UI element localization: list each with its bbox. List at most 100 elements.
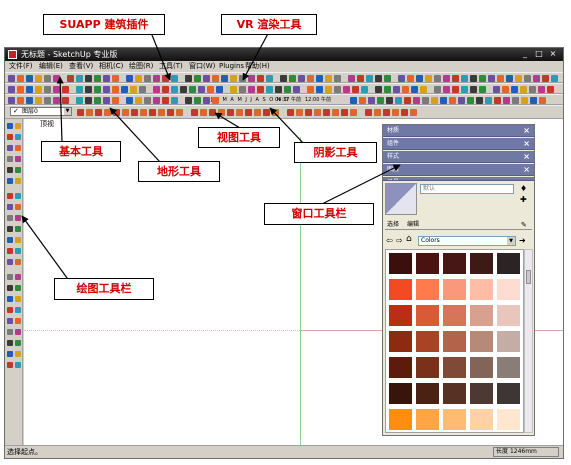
toolbar-tool-icon[interactable] — [212, 75, 219, 82]
toolbar-tool-icon[interactable] — [216, 86, 223, 93]
toolbar-tool-icon[interactable] — [112, 86, 119, 93]
toolbar-tool-icon[interactable] — [359, 97, 366, 104]
material-library-select[interactable]: Colors ▼ — [418, 236, 516, 246]
toolbar-tool-icon[interactable] — [53, 75, 60, 82]
toolbar-tool-icon[interactable] — [493, 86, 500, 93]
toolbar-tool-icon[interactable] — [334, 86, 341, 93]
toolbar-tool-icon[interactable] — [162, 75, 169, 82]
toolbar-tool-icon[interactable] — [511, 86, 518, 93]
toolbar-tool-icon[interactable] — [551, 75, 558, 82]
drawing-tool-icon[interactable] — [7, 167, 13, 173]
toolbar-tool-icon[interactable] — [8, 75, 15, 82]
toolbar-tool-icon[interactable] — [230, 75, 237, 82]
toolbar-tool-icon[interactable] — [365, 109, 372, 116]
menu-window[interactable]: 窗口(W) — [189, 61, 215, 72]
toolbar-tool-icon[interactable] — [35, 75, 42, 82]
drawing-tool-icon[interactable] — [7, 329, 13, 335]
drawing-tool-icon[interactable] — [15, 167, 21, 173]
toolbar-tool-icon[interactable] — [203, 97, 210, 104]
toolbar-tool-icon[interactable] — [144, 75, 151, 82]
toolbar-tool-icon[interactable] — [85, 97, 92, 104]
toolbar-tool-icon[interactable] — [8, 97, 15, 104]
toolbar-tool-icon[interactable] — [476, 97, 483, 104]
toolbar-tool-icon[interactable] — [17, 86, 24, 93]
toolbar-tool-icon[interactable] — [153, 86, 160, 93]
toolbar-tool-icon[interactable] — [280, 75, 287, 82]
layer-select[interactable]: ✓ 图层0 ▼ — [10, 107, 72, 116]
toolbar-tool-icon[interactable] — [263, 109, 270, 116]
menu-tools[interactable]: 工具(T) — [159, 61, 183, 72]
drawing-tool-icon[interactable] — [15, 204, 21, 210]
toolbar-tool-icon[interactable] — [515, 75, 522, 82]
toolbar-tool-icon[interactable] — [62, 97, 69, 104]
drawing-tool-icon[interactable] — [15, 318, 21, 324]
toolbar-tool-icon[interactable] — [103, 75, 110, 82]
toolbar-tool-icon[interactable] — [245, 109, 252, 116]
toolbar-tool-icon[interactable] — [425, 75, 432, 82]
toolbar-tool-icon[interactable] — [67, 75, 74, 82]
toolbar-tool-icon[interactable] — [194, 97, 201, 104]
toolbar-tool-icon[interactable] — [94, 75, 101, 82]
color-swatch[interactable] — [443, 305, 466, 326]
toolbar-tool-icon[interactable] — [512, 97, 519, 104]
drawing-tool-icon[interactable] — [15, 145, 21, 151]
toolbar-tool-icon[interactable] — [368, 97, 375, 104]
toolbar-tool-icon[interactable] — [126, 97, 133, 104]
toolbar-tool-icon[interactable] — [350, 109, 357, 116]
material-name-field[interactable]: 默认 — [420, 184, 514, 194]
color-swatch[interactable] — [416, 409, 439, 430]
toolbar-tool-icon[interactable] — [200, 109, 207, 116]
toolbar-tool-icon[interactable] — [76, 97, 83, 104]
toolbar-tool-icon[interactable] — [209, 109, 216, 116]
color-swatch[interactable] — [497, 279, 520, 300]
close-icon[interactable]: × — [523, 164, 530, 176]
toolbar-tool-icon[interactable] — [104, 109, 111, 116]
close-button[interactable]: × — [546, 49, 560, 59]
drawing-tool-icon[interactable] — [15, 351, 21, 357]
toolbar-tool-icon[interactable] — [17, 75, 24, 82]
toolbar-tool-icon[interactable] — [76, 86, 83, 93]
drawing-tool-icon[interactable] — [15, 248, 21, 254]
drawing-tool-icon[interactable] — [7, 215, 13, 221]
toolbar-tool-icon[interactable] — [377, 97, 384, 104]
toolbar-tool-icon[interactable] — [461, 86, 468, 93]
drawing-tool-icon[interactable] — [15, 123, 21, 129]
toolbar-tool-icon[interactable] — [191, 109, 198, 116]
toolbar-tool-icon[interactable] — [212, 97, 219, 104]
drawing-tool-icon[interactable] — [7, 307, 13, 313]
tray-head-materials[interactable]: 材质 × — [383, 125, 534, 137]
color-swatch[interactable] — [443, 279, 466, 300]
toolbar-tool-icon[interactable] — [479, 86, 486, 93]
toolbar-tool-icon[interactable] — [538, 86, 545, 93]
color-swatch[interactable] — [470, 383, 493, 404]
forward-arrow-icon[interactable]: ⇨ — [396, 235, 403, 246]
color-swatch[interactable] — [443, 357, 466, 378]
drawing-tool-icon[interactable] — [15, 274, 21, 280]
maximize-button[interactable]: □ — [532, 49, 546, 59]
toolbar-tool-icon[interactable] — [135, 97, 142, 104]
toolbar-tool-icon[interactable] — [296, 109, 303, 116]
toolbar-tool-icon[interactable] — [332, 109, 339, 116]
toolbar-tool-icon[interactable] — [26, 97, 33, 104]
tray-head-components[interactable]: 组件 × — [383, 138, 534, 150]
toolbar-tool-icon[interactable] — [334, 75, 341, 82]
toolbar-tool-icon[interactable] — [533, 75, 540, 82]
color-swatch[interactable] — [389, 331, 412, 352]
drawing-tool-icon[interactable] — [7, 134, 13, 140]
color-swatch[interactable] — [416, 305, 439, 326]
toolbar-tool-icon[interactable] — [494, 97, 501, 104]
toolbar-tool-icon[interactable] — [443, 86, 450, 93]
toolbar-tool-icon[interactable] — [77, 109, 84, 116]
toolbar-tool-icon[interactable] — [352, 86, 359, 93]
toolbar-tool-icon[interactable] — [266, 75, 273, 82]
toolbar-tool-icon[interactable] — [305, 109, 312, 116]
toolbar-tool-icon[interactable] — [180, 86, 187, 93]
color-swatch[interactable] — [470, 331, 493, 352]
toolbar-tool-icon[interactable] — [113, 109, 120, 116]
color-swatch[interactable] — [416, 331, 439, 352]
toolbar-tool-icon[interactable] — [384, 75, 391, 82]
toolbar-tool-icon[interactable] — [343, 86, 350, 93]
color-swatch[interactable] — [470, 279, 493, 300]
toolbar-tool-icon[interactable] — [524, 75, 531, 82]
toolbar-tool-icon[interactable] — [547, 86, 554, 93]
